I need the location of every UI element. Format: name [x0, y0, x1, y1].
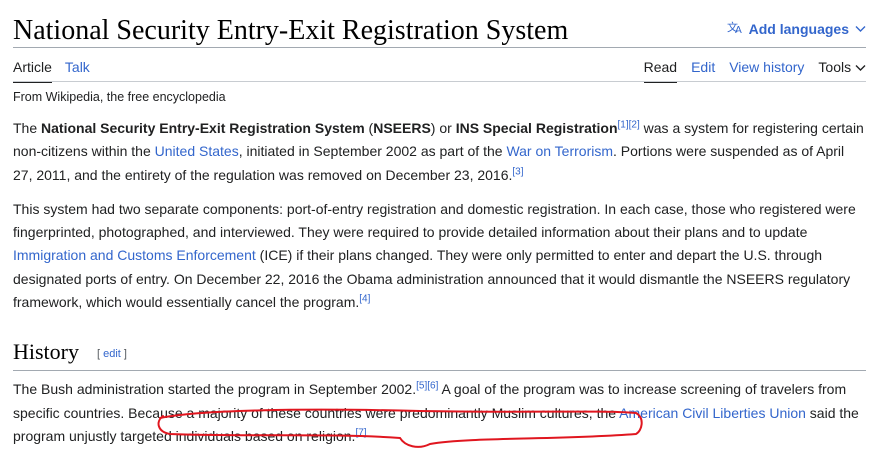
title-row: National Security Entry-Exit Registratio…: [13, 0, 866, 50]
link-aclu[interactable]: American Civil Liberties Union: [619, 405, 806, 421]
bold-term: NSEERS: [373, 120, 431, 136]
citation-7[interactable]: [7]: [355, 427, 366, 438]
text: ) or: [430, 120, 456, 136]
tab-read[interactable]: Read: [643, 59, 678, 83]
citation-1[interactable]: [1]: [618, 119, 629, 130]
citation-3[interactable]: [3]: [512, 166, 523, 177]
bracket: ]: [120, 348, 127, 361]
view-tabs: Read Edit View history Tools: [643, 59, 866, 83]
text: The Bush administration started the prog…: [13, 381, 417, 398]
tools-menu[interactable]: Tools: [818, 59, 866, 83]
tabs-row: Article Talk Read Edit View history Tool…: [13, 50, 866, 83]
tab-edit[interactable]: Edit: [691, 59, 715, 83]
tools-label: Tools: [818, 59, 852, 75]
translate-icon: 文A: [727, 20, 743, 38]
citation-2[interactable]: [2]: [629, 119, 640, 130]
components-paragraph: This system had two separate components:…: [13, 198, 866, 314]
citation-6[interactable]: [6]: [427, 381, 438, 392]
text: This system had two separate components:…: [13, 200, 856, 241]
add-languages-label: Add languages: [748, 21, 849, 37]
page-title: National Security Entry-Exit Registratio…: [13, 15, 569, 46]
bold-term: INS Special Registration: [455, 120, 618, 136]
tabs-divider: [13, 81, 866, 82]
tab-talk[interactable]: Talk: [65, 59, 90, 83]
citation-5[interactable]: [5]: [416, 381, 427, 392]
edit-section-link[interactable]: edit: [103, 348, 121, 360]
bold-term: National Security Entry-Exit Registratio…: [41, 120, 365, 136]
link-united-states[interactable]: United States: [155, 143, 239, 159]
article-page: National Security Entry-Exit Registratio…: [13, 0, 866, 448]
link-war-on-terrorism[interactable]: War on Terrorism: [506, 143, 613, 159]
tab-article[interactable]: Article: [13, 59, 52, 83]
svg-text:A: A: [735, 25, 742, 34]
tab-view-history[interactable]: View history: [729, 59, 804, 83]
link-ice[interactable]: Immigration and Customs Enforcement: [13, 247, 256, 263]
text: The: [13, 120, 42, 136]
history-paragraph: The Bush administration started the prog…: [13, 378, 866, 448]
text: (: [364, 120, 374, 136]
intro-paragraph: The National Security Entry-Exit Registr…: [13, 117, 866, 187]
history-heading: History: [13, 339, 79, 365]
site-subtitle: From Wikipedia, the free encyclopedia: [13, 90, 226, 104]
citation-4[interactable]: [4]: [359, 293, 370, 304]
add-languages-button[interactable]: 文A Add languages: [727, 20, 866, 38]
chevron-down-icon: [855, 59, 866, 75]
chevron-down-icon: [855, 22, 866, 36]
history-section-heading: History [ edit ]: [13, 338, 866, 372]
text: , initiated in September 2002 as part of…: [238, 143, 507, 160]
title-divider: [13, 47, 866, 48]
edit-section: [ edit ]: [97, 348, 127, 360]
namespace-tabs: Article Talk: [13, 59, 90, 83]
